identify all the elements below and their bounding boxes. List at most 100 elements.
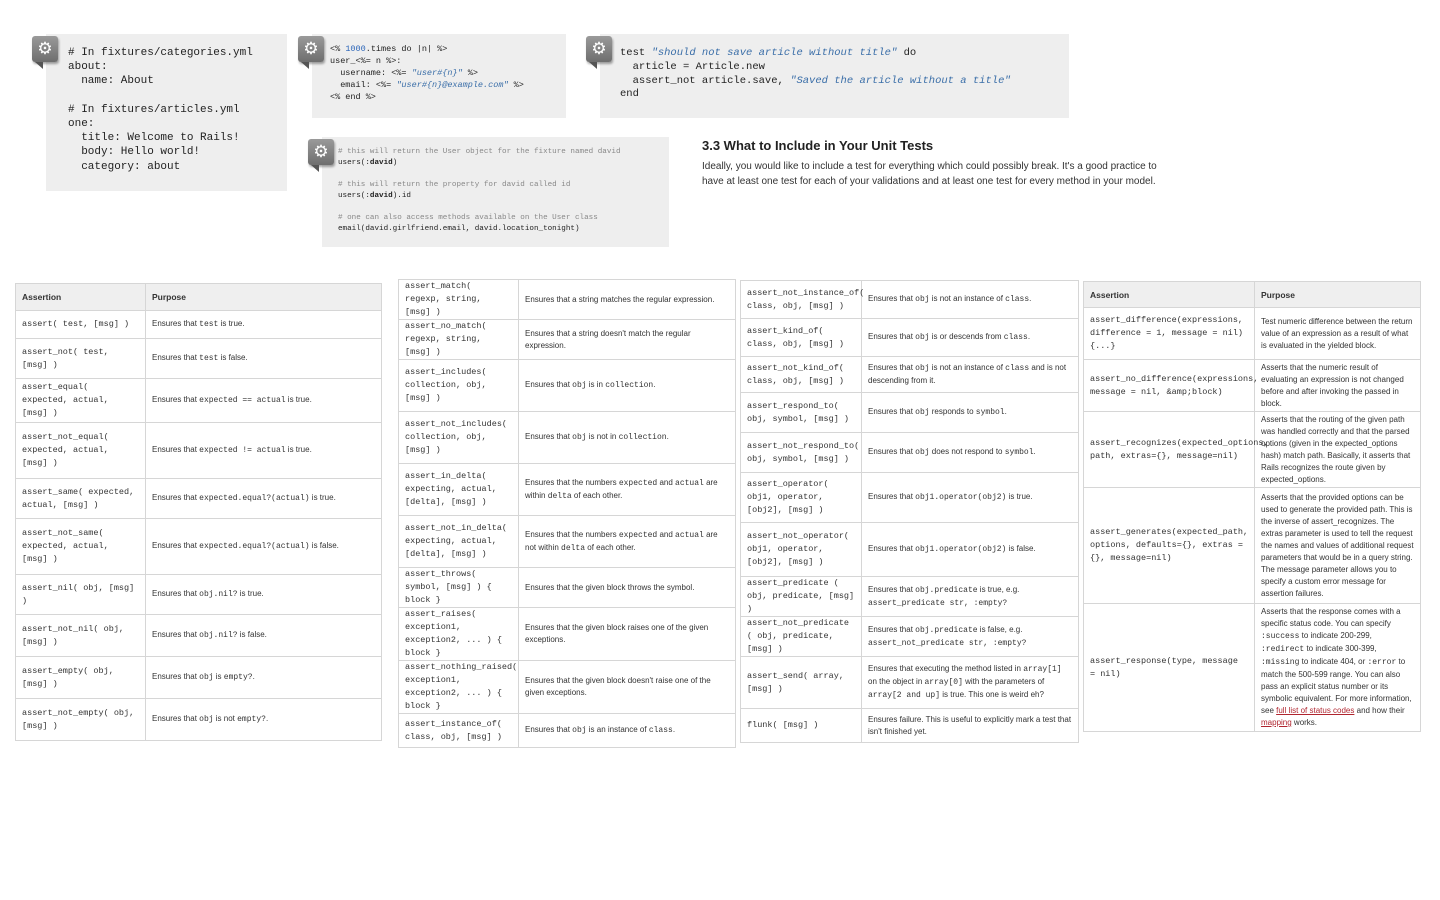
inline-code: assert_not_predicate str, :empty? — [868, 638, 1027, 648]
purpose-text: Ensures that executing the method listed… — [868, 664, 1024, 673]
code-line: name: About — [68, 75, 154, 87]
purpose-text: to indicate 300-399, — [1304, 644, 1377, 653]
assertion-method: assert_in_delta( expecting, actual, [del… — [398, 463, 519, 516]
assertion-purpose: Ensures that the given block doesn't rai… — [518, 660, 736, 714]
gear-icon[interactable]: ⚙ — [298, 36, 324, 69]
table-row: assert_difference(expressions, differenc… — [1083, 307, 1421, 360]
purpose-text: . — [672, 725, 676, 734]
purpose-text: Ensures that — [868, 447, 916, 456]
code-line: # this will return the User object for t… — [338, 148, 621, 156]
doc-link[interactable]: full list of status codes — [1276, 706, 1354, 715]
purpose-text: Ensures that — [525, 380, 573, 389]
code-comment: # this will return the property for davi… — [338, 181, 571, 189]
code-line: end — [620, 88, 639, 100]
assertion-purpose: Ensures that obj is empty?. — [145, 656, 382, 699]
inline-code: delta — [547, 491, 572, 501]
table-row: assert_nil( obj, [msg] ) Ensures that obj… — [15, 574, 382, 615]
purpose-text: Ensures that — [152, 541, 200, 550]
table-row: assert_raises( exception1, exception2, .… — [398, 607, 736, 661]
table-row: assert_equal( expected, actual, [msg] ) E… — [15, 378, 382, 423]
assertion-method: assert_not_predicate ( obj, predicate, [… — [740, 616, 862, 657]
inline-code: obj.nil? — [199, 631, 238, 640]
code-text: email(david.girlfriend.email, david.loca… — [338, 225, 580, 233]
purpose-text: Asserts that the numeric result of evalu… — [1261, 362, 1404, 408]
assertion-method: assert_not( test, [msg] ) — [15, 338, 146, 379]
code-line: about: — [68, 61, 108, 73]
column-header-purpose: Purpose — [145, 283, 382, 311]
code-line: test "should not save article without ti… — [620, 47, 916, 59]
assertion-purpose: Ensures that obj is not empty?. — [145, 698, 382, 741]
assertion-method: assert_not_respond_to( obj, symbol, [msg… — [740, 432, 862, 473]
assertion-purpose: Ensures that obj.predicate is true, e.g.… — [861, 576, 1079, 617]
assertion-purpose: Ensures that expected != actual is true. — [145, 422, 382, 479]
code-block: # In fixtures/categories.yml about: name… — [68, 46, 287, 174]
assertion-purpose: Ensures that obj1.operator(obj2) is fals… — [861, 522, 1079, 577]
purpose-text: of each other. — [571, 490, 623, 500]
purpose-text: . — [252, 672, 255, 681]
assertion-method: assert_not_same( expected, actual, [msg]… — [15, 518, 146, 575]
inline-code: symbol — [975, 408, 1005, 417]
code-line: # this will return the property for davi… — [338, 181, 570, 189]
inline-code: array[1] — [1023, 665, 1062, 674]
code-line: # one can also access methods available … — [338, 214, 598, 222]
code-line: users(:david) — [338, 159, 397, 167]
code-text: email: <%= — [330, 80, 397, 90]
assertion-purpose: Asserts that the response comes with a s… — [1254, 603, 1421, 732]
purpose-text: is or descends from — [929, 332, 1004, 341]
table-row: assert_operator( obj1, operator, [obj2],… — [740, 472, 1079, 523]
code-text: # In fixtures/articles.yml — [68, 103, 240, 116]
table-row: assert_not_in_delta( expecting, actual, … — [398, 515, 736, 568]
code-text: category: about — [68, 160, 181, 173]
inline-code: array[2 and up] — [868, 691, 941, 700]
purpose-text: is false. — [1006, 544, 1036, 553]
assertion-purpose: Ensures that obj.predicate is false, e.g… — [861, 616, 1079, 657]
inline-code: obj1.operator(obj2) — [915, 493, 1007, 502]
assertion-purpose: Asserts that the numeric result of evalu… — [1254, 359, 1421, 412]
purpose-text: is not — [213, 714, 238, 723]
gear-icon[interactable]: ⚙ — [32, 36, 58, 69]
gear-icon[interactable]: ⚙ — [586, 36, 612, 69]
code-text: title: Welcome to Rails! — [68, 132, 240, 145]
code-snippet-test: ⚙ test "should not save article without … — [586, 34, 1069, 118]
inline-code: :error — [1367, 658, 1397, 667]
code-string: "user#{n}@example.com" — [396, 80, 509, 90]
table-row: assert_generates(expected_path, options,… — [1083, 487, 1421, 604]
code-text: do — [897, 47, 917, 59]
code-comment: # this will return the User object for t… — [338, 148, 621, 156]
purpose-text: is in — [586, 380, 606, 389]
purpose-text: Ensures that the numbers — [525, 477, 619, 487]
code-text: # In fixtures/categories.yml — [68, 47, 253, 59]
inline-code: obj — [915, 295, 930, 304]
doc-link[interactable]: mapping — [1261, 718, 1292, 727]
assertion-method: assert_includes( collection, obj, [msg] … — [398, 359, 519, 412]
table-row: assert_empty( obj, [msg] ) Ensures that o… — [15, 656, 382, 699]
purpose-text: Test numeric difference between the retu… — [1261, 316, 1413, 350]
purpose-text: of each other. — [585, 542, 636, 552]
assertion-purpose: Ensures that obj responds to symbol. — [861, 392, 1079, 433]
purpose-text: to indicate 200-299, — [1299, 631, 1372, 640]
code-text: about: — [68, 61, 108, 74]
assertion-method: assert_equal( expected, actual, [msg] ) — [15, 378, 146, 423]
code-block: test "should not save article without ti… — [620, 47, 1069, 102]
gear-icon[interactable]: ⚙ — [308, 139, 334, 172]
assertion-method: assert_nil( obj, [msg] ) — [15, 574, 146, 615]
inline-code: :redirect — [1261, 645, 1305, 654]
purpose-text: does not respond to — [929, 447, 1005, 456]
table-row: assert_not_kind_of( class, obj, [msg] ) E… — [740, 356, 1079, 393]
purpose-text: Ensures that the given block throws the … — [525, 582, 695, 592]
purpose-text: is false. — [237, 630, 267, 639]
table-row: assert_no_match( regexp, string, [msg] )… — [398, 319, 736, 360]
purpose-text: is false. — [218, 353, 248, 362]
table-row: assert_same( expected, actual, [msg] ) En… — [15, 478, 382, 519]
assertion-purpose: Ensures that obj.nil? is false. — [145, 614, 382, 657]
assertion-purpose: Ensures that obj is not in collection. — [518, 411, 736, 464]
assertion-method: assert_not_operator( obj1, operator, [ob… — [740, 522, 862, 577]
purpose-text: is true. — [1006, 492, 1033, 501]
table-row: assert_respond_to( obj, symbol, [msg] ) E… — [740, 392, 1079, 433]
purpose-text: is false. — [309, 541, 339, 550]
purpose-text: Asserts that the provided options can be… — [1261, 492, 1414, 598]
inline-code: test — [199, 320, 219, 329]
code-text: users(: — [338, 192, 370, 200]
code-text: ) — [392, 159, 398, 167]
assertion-method: assert_throws( symbol, [msg] ) { block } — [398, 567, 519, 608]
